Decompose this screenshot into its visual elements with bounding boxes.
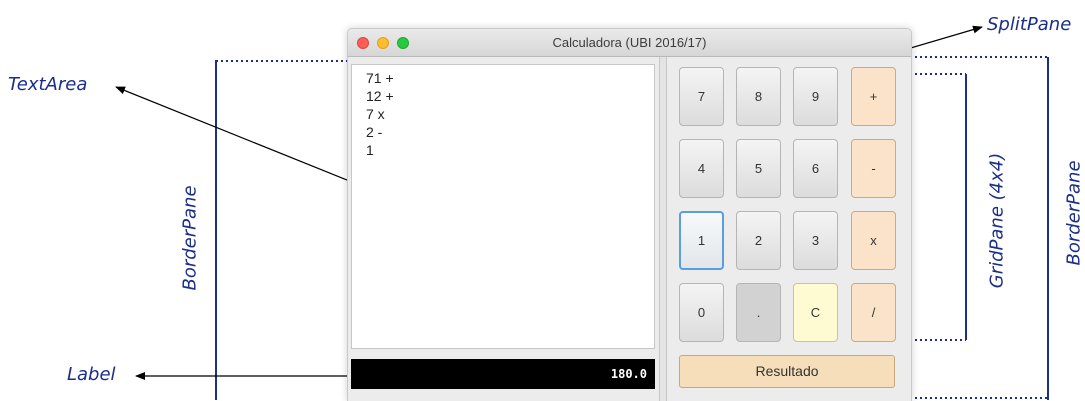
window-title: Calculadora (UBI 2016/17) (552, 35, 707, 50)
diagram-stage: SplitPane TextArea Label BorderPane Grid… (0, 0, 1085, 401)
right-borderpane-annotation: BorderPane (1063, 160, 1085, 266)
textarea-annotation: TextArea (8, 74, 88, 95)
digit-2-button[interactable]: 2 (736, 211, 781, 270)
digit-5-button[interactable]: 5 (736, 139, 781, 198)
digit-0-button[interactable]: 0 (679, 283, 724, 342)
digit-7-button[interactable]: 7 (679, 67, 724, 126)
gridpane-annotation: GridPane (4x4) (986, 152, 1008, 289)
text-area-line: 12 + (366, 88, 394, 104)
digit-3-button[interactable]: 3 (793, 211, 838, 270)
left-split-pane: 71 + 12 + 7 x 2 - 1 180.0 (348, 57, 659, 401)
title-bar[interactable]: Calculadora (UBI 2016/17) (348, 29, 911, 57)
splitpane-annotation: SplitPane (987, 14, 1072, 35)
digit-6-button[interactable]: 6 (793, 139, 838, 198)
right-split-pane: 7 8 9 + 4 5 6 - 1 2 3 x 0 . C / Resultad… (667, 57, 911, 401)
text-area-line: 71 + (366, 70, 394, 86)
plus-button[interactable]: + (851, 67, 896, 126)
digit-1-button[interactable]: 1 (679, 211, 724, 270)
decimal-point-button[interactable]: . (736, 283, 781, 342)
calculator-window: Calculadora (UBI 2016/17) 71 + 12 + 7 x … (347, 28, 912, 401)
digit-4-button[interactable]: 4 (679, 139, 724, 198)
digit-9-button[interactable]: 9 (793, 67, 838, 126)
result-label: 180.0 (351, 359, 655, 389)
divide-button[interactable]: / (851, 283, 896, 342)
resultado-button[interactable]: Resultado (679, 355, 895, 388)
split-pane-divider[interactable] (659, 57, 667, 401)
minus-button[interactable]: - (851, 139, 896, 198)
text-area-line: 1 (366, 142, 374, 158)
multiply-button[interactable]: x (851, 211, 896, 270)
digit-8-button[interactable]: 8 (736, 67, 781, 126)
history-text-area[interactable]: 71 + 12 + 7 x 2 - 1 (351, 64, 655, 349)
left-borderpane-annotation: BorderPane (179, 185, 201, 291)
text-area-line: 2 - (366, 124, 383, 140)
clear-button[interactable]: C (793, 283, 838, 342)
label-annotation: Label (67, 364, 116, 385)
text-area-line: 7 x (366, 106, 385, 122)
